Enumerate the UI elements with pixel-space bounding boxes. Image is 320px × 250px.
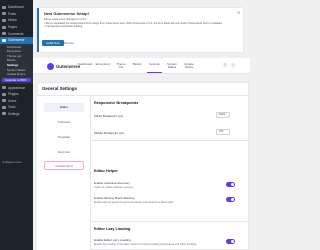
wp-menu-label: Dashboard bbox=[8, 5, 24, 10]
users-icon bbox=[2, 99, 6, 103]
wp-menu-label: Plugins bbox=[8, 92, 19, 97]
tab-update-notice[interactable]: Update Notice bbox=[182, 62, 196, 70]
wp-menu-label: Settings bbox=[8, 111, 20, 116]
dashboard-icon bbox=[2, 5, 6, 9]
wp-menu-pages[interactable]: Pages bbox=[0, 24, 33, 31]
wp-menu-gutenverse[interactable]: Gutenverse bbox=[0, 36, 33, 44]
wp-menu-appearance[interactable]: Appearance bbox=[0, 84, 33, 91]
side-tab-frontend[interactable]: Frontend bbox=[44, 118, 84, 127]
settings-icon bbox=[2, 112, 6, 116]
wp-admin-sidebar: Dashboard Posts Media Pages Comments Gut… bbox=[0, 0, 33, 250]
lazy-loading-title: Editor Lazy Loading bbox=[94, 227, 131, 231]
page-title: General Settings bbox=[42, 86, 77, 91]
side-tab-font-icon[interactable]: Font Icon bbox=[44, 148, 84, 157]
pin-icon bbox=[2, 12, 6, 16]
tab-dashboard[interactable]: Dashboard bbox=[77, 62, 93, 66]
mobile-breakpoint-input[interactable]: 767 bbox=[216, 129, 230, 135]
page-icon bbox=[2, 25, 6, 29]
tablet-breakpoint-label: Tablet Breakpoint (px) bbox=[94, 114, 124, 118]
notice-text-3: • Improvement and better loading. bbox=[44, 25, 83, 29]
wp-menu-label: Appearance bbox=[8, 85, 26, 90]
missing-block-description: Enable warning popup if Gutenverse block… bbox=[94, 201, 175, 204]
wp-submenu-upgrade-pro[interactable]: Upgrade to PRO bbox=[2, 77, 31, 83]
editor-helper-title: Editor Helper bbox=[94, 169, 118, 173]
autosave-description: Option to enable autosave recovery. bbox=[94, 186, 134, 189]
wp-menu-label: Pages bbox=[8, 25, 18, 30]
media-icon bbox=[2, 18, 6, 22]
plugin-icon bbox=[2, 92, 6, 96]
wp-menu-label: Users bbox=[8, 98, 17, 103]
tablet-breakpoint-input[interactable]: 1024 bbox=[216, 112, 230, 118]
wp-menu-plugins[interactable]: Plugins bbox=[0, 91, 33, 98]
tab-theme-list[interactable]: Theme List bbox=[114, 62, 128, 70]
responsive-title: Responsive Breakpoints bbox=[94, 101, 139, 105]
brush-icon bbox=[2, 86, 6, 90]
lazy-loading-label: Enable Editor Lazy Loading bbox=[94, 238, 131, 242]
wp-menu-label: Tools bbox=[8, 105, 16, 110]
notice-title: New Gutenverse Setup! bbox=[44, 11, 89, 16]
tab-ecosystem[interactable]: Ecosystem bbox=[95, 62, 111, 66]
wp-submenu-update-notice[interactable]: Update Notice bbox=[0, 72, 33, 77]
wrench-icon bbox=[2, 105, 6, 109]
divider bbox=[91, 140, 249, 141]
side-tab-template[interactable]: Template bbox=[44, 133, 84, 142]
wp-menu-label: Comments bbox=[8, 31, 24, 36]
gutenverse-icon bbox=[2, 38, 6, 42]
dismiss-link[interactable]: Dismiss bbox=[64, 40, 74, 46]
install-now-button[interactable]: Install Now bbox=[42, 40, 64, 46]
wp-menu-posts[interactable]: Posts bbox=[0, 11, 33, 18]
wp-menu-dashboard[interactable]: Dashboard bbox=[0, 4, 33, 11]
missing-block-label: Enable Missing Block Warning bbox=[94, 196, 135, 200]
mobile-breakpoint-label: Mobile Breakpoint (px) bbox=[94, 131, 125, 135]
divider bbox=[91, 221, 249, 222]
wp-menu-label: Media bbox=[8, 18, 17, 23]
tab-settings[interactable]: Settings bbox=[147, 62, 162, 66]
autosave-label: Enable Autosave Recovery bbox=[94, 181, 131, 185]
tab-system-status[interactable]: System Status bbox=[165, 62, 179, 70]
collapse-menu-button[interactable]: Collapse menu bbox=[2, 160, 22, 164]
wp-menu-label: Gutenverse bbox=[8, 38, 25, 43]
wp-menu-media[interactable]: Media bbox=[0, 17, 33, 24]
wp-menu-settings[interactable]: Settings bbox=[0, 111, 33, 118]
autosave-toggle[interactable] bbox=[226, 182, 235, 187]
missing-block-toggle[interactable] bbox=[226, 197, 235, 202]
close-icon[interactable]: ✕ bbox=[237, 10, 240, 15]
wp-menu-users[interactable]: Users bbox=[0, 98, 33, 105]
side-tab-custom-font[interactable]: Custom Font bbox=[44, 161, 84, 170]
wp-menu-comments[interactable]: Comments bbox=[0, 30, 33, 37]
brand: Gutenverse bbox=[47, 63, 80, 70]
tab-active-indicator bbox=[147, 72, 162, 73]
side-tab-editor[interactable]: Editor bbox=[44, 103, 84, 112]
tab-blocks[interactable]: Blocks bbox=[131, 62, 143, 66]
comment-icon bbox=[2, 32, 6, 36]
lazy-loading-toggle[interactable] bbox=[226, 239, 235, 244]
wp-menu-label: Posts bbox=[8, 11, 16, 16]
wp-menu-tools[interactable]: Tools bbox=[0, 104, 33, 111]
info-icon[interactable]: i bbox=[230, 62, 236, 68]
wp-submenu: Dashboard Ecosystem Theme List Blocks Se… bbox=[0, 43, 33, 85]
gutenverse-logo-icon bbox=[47, 63, 54, 70]
help-icon[interactable]: ? bbox=[222, 62, 228, 68]
lazy-loading-description: Enable lazy loading of the editor conten… bbox=[94, 243, 197, 246]
